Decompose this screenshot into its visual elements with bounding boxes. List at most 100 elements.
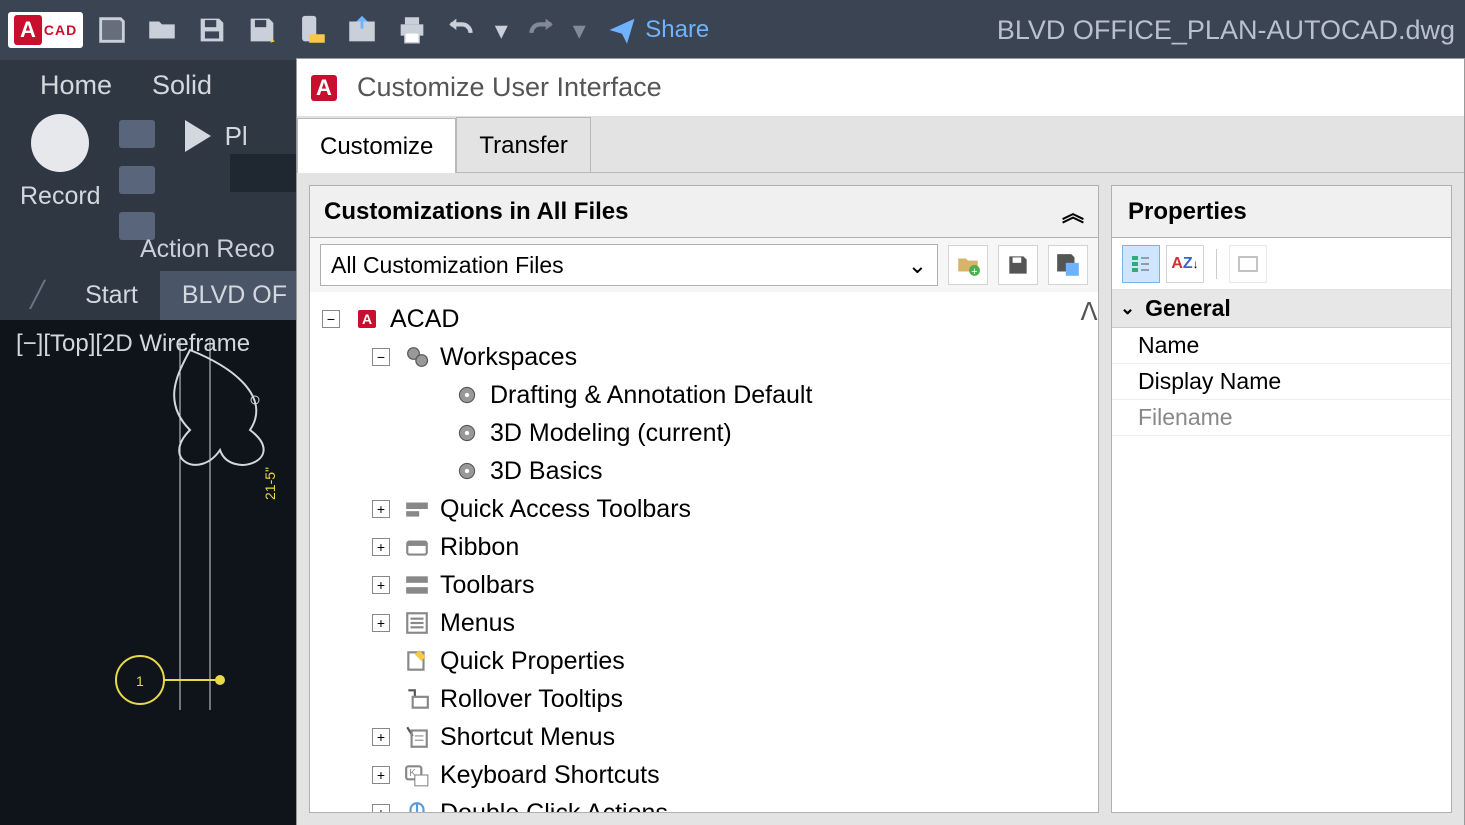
record-label: Record <box>20 182 101 211</box>
collapse-icon[interactable]: ︽ <box>1062 196 1084 228</box>
svg-text:1: 1 <box>136 673 144 689</box>
chevron-down-icon: ⌄ <box>1120 298 1135 319</box>
customizations-header: Customizations in All Files ︽ <box>310 186 1098 238</box>
titlebar: A CAD ▾ ▾ Share BLVD OFFICE_PLAN-AUTOCAD… <box>0 0 1465 60</box>
tree-item-label: 3D Basics <box>490 457 603 486</box>
tree-menus[interactable]: + Menus <box>322 604 1090 642</box>
collapse-box-icon[interactable]: − <box>322 310 340 328</box>
customizations-tree[interactable]: − A ACAD − Workspaces Drafting & Annotat… <box>310 292 1098 812</box>
property-group-label: General <box>1145 295 1231 322</box>
tree-shortcut-menus[interactable]: + Shortcut Menus <box>322 718 1090 756</box>
document-title: BLVD OFFICE_PLAN-AUTOCAD.dwg <box>997 15 1455 46</box>
property-row-name[interactable]: Name <box>1112 328 1451 364</box>
dialog-tabs: Customize Transfer <box>297 117 1464 173</box>
new-file-icon[interactable] <box>91 9 133 51</box>
svg-text:21-5": 21-5" <box>262 467 278 500</box>
redo-dropdown-icon[interactable]: ▾ <box>569 9 589 51</box>
property-row-display-name[interactable]: Display Name <box>1112 364 1451 400</box>
property-name-label: Name <box>1138 332 1199 359</box>
save-file-button[interactable] <box>998 245 1038 285</box>
redo-icon[interactable] <box>519 9 561 51</box>
app-letter: A <box>14 15 42 45</box>
property-group-general[interactable]: ⌄ General <box>1112 290 1451 328</box>
file-tabs-slash: ╱ <box>30 280 45 310</box>
play-label: Pl <box>225 121 248 152</box>
record-button-icon[interactable] <box>31 114 89 172</box>
expand-box-icon[interactable]: + <box>372 614 390 632</box>
save-as-icon[interactable] <box>241 9 283 51</box>
ribbon-tab-home[interactable]: Home <box>40 70 112 101</box>
record-panel-label: Action Reco <box>140 235 275 264</box>
gear-icon <box>452 418 482 448</box>
svg-text:+: + <box>971 266 977 278</box>
share-button[interactable]: Share <box>607 15 709 45</box>
expand-box-icon[interactable]: + <box>372 538 390 556</box>
expand-box-icon[interactable]: + <box>372 766 390 784</box>
expand-box-icon[interactable]: + <box>372 728 390 746</box>
acad-icon: A <box>352 304 382 334</box>
tree-qat[interactable]: + Quick Access Toolbars <box>322 490 1090 528</box>
save-icon[interactable] <box>191 9 233 51</box>
expand-box-icon[interactable]: + <box>372 804 390 812</box>
tab-transfer[interactable]: Transfer <box>456 117 590 172</box>
mouse-icon <box>402 798 432 812</box>
customization-file-value: All Customization Files <box>331 252 564 279</box>
property-pages-button[interactable] <box>1229 245 1267 283</box>
customizations-toolbar: All Customization Files ⌄ + <box>310 238 1098 292</box>
tree-item-label: 3D Modeling (current) <box>490 419 732 448</box>
cui-dialog: A Customize User Interface Customize Tra… <box>296 58 1465 825</box>
save-all-button[interactable] <box>1048 245 1088 285</box>
tree-root[interactable]: − A ACAD <box>322 300 1090 338</box>
expand-box-icon[interactable]: + <box>372 500 390 518</box>
tree-workspace-item[interactable]: 3D Modeling (current) <box>322 414 1090 452</box>
quick-props-icon <box>402 646 432 676</box>
file-tab-active[interactable]: BLVD OF <box>160 271 309 320</box>
tree-item-label: Ribbon <box>440 533 519 562</box>
import-icon[interactable] <box>341 9 383 51</box>
undo-icon[interactable] <box>441 9 483 51</box>
categorized-view-button[interactable] <box>1122 245 1160 283</box>
tree-toolbars[interactable]: + Toolbars <box>322 566 1090 604</box>
tree-workspaces[interactable]: − Workspaces <box>322 338 1090 376</box>
tree-root-label: ACAD <box>390 305 459 334</box>
file-tab-start[interactable]: Start <box>63 271 160 320</box>
open-folder-icon[interactable] <box>141 9 183 51</box>
tree-rollover-tooltips[interactable]: Rollover Tooltips <box>322 680 1090 718</box>
undo-dropdown-icon[interactable]: ▾ <box>491 9 511 51</box>
keyboard-icon: K <box>402 760 432 790</box>
alphabetical-view-button[interactable]: AZ↓ <box>1166 245 1204 283</box>
app-badge[interactable]: A CAD <box>8 12 83 48</box>
tree-workspace-item[interactable]: Drafting & Annotation Default <box>322 376 1090 414</box>
collapse-box-icon[interactable]: − <box>372 348 390 366</box>
play-button[interactable]: Pl <box>185 120 248 152</box>
tree-ribbon[interactable]: + Ribbon <box>322 528 1090 566</box>
record-mini-icons <box>119 120 155 240</box>
tooltip-icon <box>402 684 432 714</box>
tree-workspaces-label: Workspaces <box>440 343 577 372</box>
tree-item-label: Quick Properties <box>440 647 625 676</box>
mini-icon-1[interactable] <box>119 120 155 148</box>
tree-workspace-item[interactable]: 3D Basics <box>322 452 1090 490</box>
property-row-filename: Filename <box>1112 400 1451 436</box>
shortcut-menu-icon <box>402 722 432 752</box>
dialog-titlebar[interactable]: A Customize User Interface <box>297 59 1464 117</box>
tree-quick-properties[interactable]: Quick Properties <box>322 642 1090 680</box>
scroll-up-icon[interactable]: ᐱ <box>1080 292 1098 332</box>
dialog-title: Customize User Interface <box>357 72 662 103</box>
tree-item-label: Keyboard Shortcuts <box>440 761 660 790</box>
properties-pane: Properties AZ↓ ⌄ General Name Display Na… <box>1111 185 1452 813</box>
customizations-header-label: Customizations in All Files <box>324 198 628 226</box>
print-icon[interactable] <box>391 9 433 51</box>
ribbon-tab-solid[interactable]: Solid <box>152 70 212 101</box>
tab-customize[interactable]: Customize <box>297 118 456 173</box>
customizations-pane: Customizations in All Files ︽ All Custom… <box>309 185 1099 813</box>
expand-box-icon[interactable]: + <box>372 576 390 594</box>
tree-keyboard-shortcuts[interactable]: + K Keyboard Shortcuts <box>322 756 1090 794</box>
mobile-open-icon[interactable] <box>291 9 333 51</box>
properties-toolbar: AZ↓ <box>1112 238 1451 290</box>
send-icon <box>607 15 637 45</box>
mini-icon-2[interactable] <box>119 166 155 194</box>
customization-file-dropdown[interactable]: All Customization Files ⌄ <box>320 244 938 286</box>
tree-double-click-actions[interactable]: + Double Click Actions <box>322 794 1090 812</box>
open-file-button[interactable]: + <box>948 245 988 285</box>
